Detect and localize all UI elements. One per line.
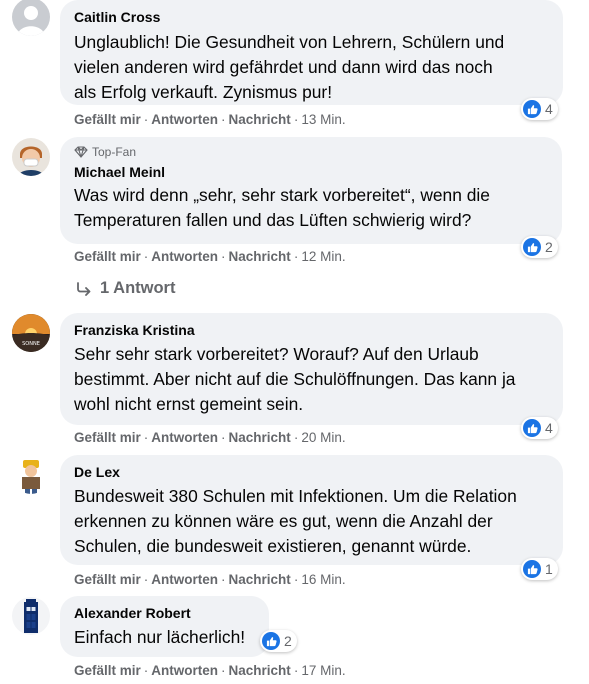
message-button[interactable]: Nachricht xyxy=(229,112,291,127)
comment-author[interactable]: Alexander Robert xyxy=(74,604,257,622)
comment-author[interactable]: Caitlin Cross xyxy=(74,8,551,26)
separator: · xyxy=(221,249,226,264)
reaction-count[interactable]: 4 xyxy=(521,98,558,120)
reaction-count[interactable]: 4 xyxy=(521,417,558,439)
reaction-number: 4 xyxy=(545,101,553,117)
svg-text:SONNE: SONNE xyxy=(22,341,40,347)
comment-text: Unglaublich! Die Gesundheit von Lehrern,… xyxy=(74,32,505,102)
reply-button[interactable]: Antworten xyxy=(151,249,218,264)
comment-timestamp[interactable]: 17 Min. xyxy=(301,663,345,678)
comment-timestamp[interactable]: 13 Min. xyxy=(301,112,345,127)
comment-actions: Gefällt mir · Antworten · Nachricht · 12 Min. xyxy=(74,249,346,265)
comment-author[interactable]: Franziska Kristina xyxy=(74,321,551,339)
comment-actions: Gefällt mir · Antworten · Nachricht · 13 Min. xyxy=(74,112,346,128)
comment-bubble: Caitlin Cross Unglaublich! Die Gesundhei… xyxy=(60,0,563,105)
separator: · xyxy=(293,112,299,127)
reply-button[interactable]: Antworten xyxy=(151,112,218,127)
message-button[interactable]: Nachricht xyxy=(229,430,291,445)
top-fan-badge: Top-Fan xyxy=(74,144,550,160)
like-reaction-icon xyxy=(523,238,541,256)
comment-bubble: Franziska Kristina Sehr sehr stark vorbe… xyxy=(60,313,563,425)
comment-author[interactable]: De Lex xyxy=(74,463,551,481)
separator: · xyxy=(293,663,299,678)
comment-text: Sehr sehr stark vorbereitet? Worauf? Auf… xyxy=(74,344,516,414)
comment-author[interactable]: Michael Meinl xyxy=(74,163,550,181)
message-button[interactable]: Nachricht xyxy=(229,572,291,587)
comment-timestamp[interactable]: 16 Min. xyxy=(301,572,345,587)
avatar[interactable] xyxy=(12,0,50,36)
like-reaction-icon xyxy=(523,560,541,578)
separator: · xyxy=(293,430,299,445)
message-button[interactable]: Nachricht xyxy=(229,663,291,678)
reply-button[interactable]: Antworten xyxy=(151,572,218,587)
comment-text: Einfach nur lächerlich! xyxy=(74,627,246,647)
like-reaction-icon xyxy=(523,100,541,118)
avatar[interactable] xyxy=(12,456,50,494)
like-button[interactable]: Gefällt mir xyxy=(74,572,141,587)
separator: · xyxy=(221,430,226,445)
reaction-number: 4 xyxy=(545,420,553,436)
comment-bubble: De Lex Bundesweit 380 Schulen mit Infekt… xyxy=(60,455,563,565)
reaction-count[interactable]: 2 xyxy=(521,236,558,258)
like-button[interactable]: Gefällt mir xyxy=(74,112,141,127)
comment-actions: Gefällt mir · Antworten · Nachricht · 17 Min. xyxy=(74,663,346,679)
separator: · xyxy=(143,112,149,127)
reply-arrow-icon xyxy=(77,281,91,296)
comment-actions: Gefällt mir · Antworten · Nachricht · 16 Min. xyxy=(74,572,346,588)
avatar[interactable] xyxy=(12,597,50,635)
separator: · xyxy=(221,572,226,587)
comment-timestamp[interactable]: 20 Min. xyxy=(301,430,345,445)
separator: · xyxy=(293,572,299,587)
like-reaction-icon xyxy=(523,419,541,437)
replies-label: 1 Antwort xyxy=(100,279,176,297)
separator: · xyxy=(143,249,149,264)
separator: · xyxy=(221,112,226,127)
separator: · xyxy=(143,430,149,445)
separator: · xyxy=(293,249,299,264)
diamond-icon xyxy=(74,146,88,158)
reaction-count[interactable]: 2 xyxy=(260,630,297,652)
view-replies-link[interactable]: 1 Antwort xyxy=(76,279,175,298)
comment-text: Bundesweit 380 Schulen mit Infektionen. … xyxy=(74,486,517,556)
like-reaction-icon xyxy=(262,632,280,650)
comment-actions: Gefällt mir · Antworten · Nachricht · 20 Min. xyxy=(74,430,346,446)
comment-text: Was wird denn „sehr, sehr stark vorberei… xyxy=(74,185,490,230)
message-button[interactable]: Nachricht xyxy=(229,249,291,264)
badge-label: Top-Fan xyxy=(92,145,137,159)
comment-timestamp[interactable]: 12 Min. xyxy=(301,249,345,264)
reply-button[interactable]: Antworten xyxy=(151,663,218,678)
comment-bubble: Alexander Robert Einfach nur lächerlich! xyxy=(60,596,269,657)
like-button[interactable]: Gefällt mir xyxy=(74,249,141,264)
avatar[interactable] xyxy=(12,138,50,176)
like-button[interactable]: Gefällt mir xyxy=(74,663,141,678)
avatar[interactable]: SONNE xyxy=(12,314,50,352)
reaction-number: 2 xyxy=(545,239,553,255)
reaction-number: 2 xyxy=(284,633,292,649)
separator: · xyxy=(221,663,226,678)
separator: · xyxy=(143,572,149,587)
comment-bubble: Top-Fan Michael Meinl Was wird denn „seh… xyxy=(60,137,562,244)
reaction-number: 1 xyxy=(545,561,553,577)
separator: · xyxy=(143,663,149,678)
reaction-count[interactable]: 1 xyxy=(521,558,558,580)
like-button[interactable]: Gefällt mir xyxy=(74,430,141,445)
reply-button[interactable]: Antworten xyxy=(151,430,218,445)
